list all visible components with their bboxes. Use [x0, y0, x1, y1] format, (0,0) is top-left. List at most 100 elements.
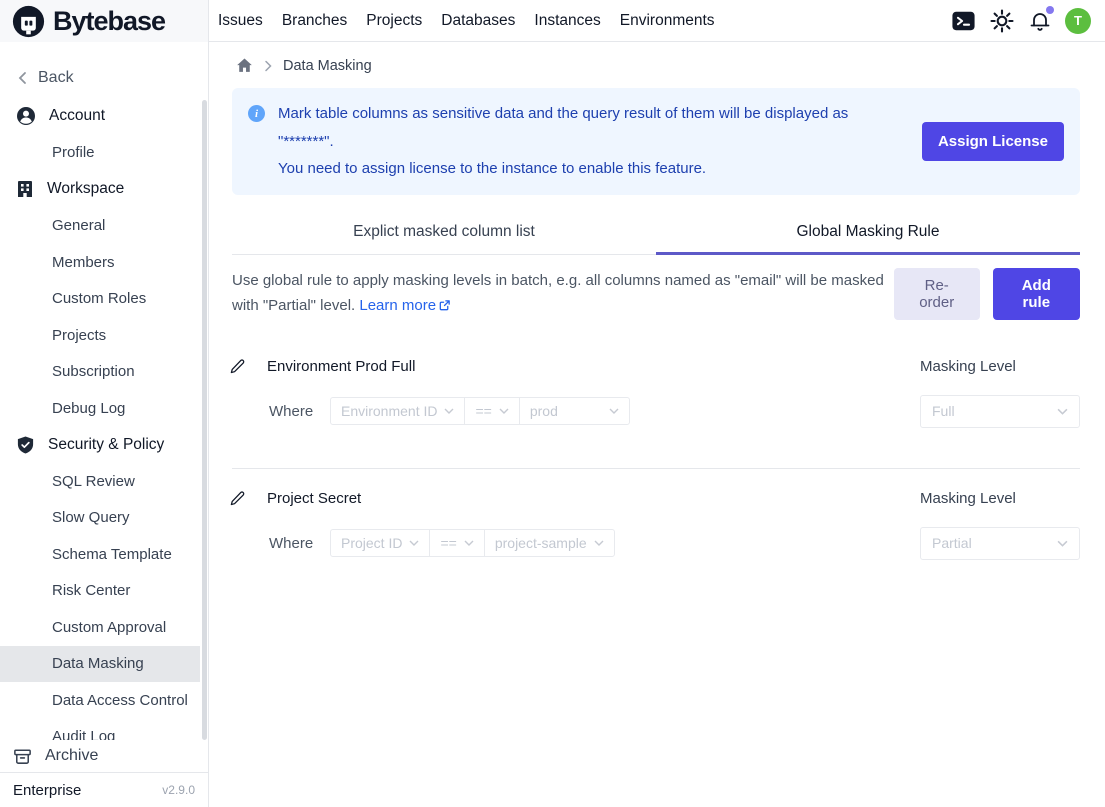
sidebar-item-archive[interactable]: Archive [0, 740, 208, 772]
user-avatar[interactable]: T [1065, 8, 1091, 34]
masking-rule-project-secret: Project Secret Masking Level Where Proje… [232, 490, 1080, 560]
user-icon [16, 106, 36, 126]
sidebar-item-general[interactable]: General [0, 208, 208, 245]
breadcrumb: Data Masking [232, 42, 1080, 88]
operator-value: == [475, 403, 491, 419]
breadcrumb-chevron-icon [264, 60, 272, 72]
breadcrumb-current-page: Data Masking [283, 58, 372, 74]
edit-rule-pencil-icon[interactable] [229, 358, 246, 375]
sidebar-item-custom-approval[interactable]: Custom Approval [0, 609, 208, 646]
version-label: v2.9.0 [162, 783, 195, 797]
learn-more-label: Learn more [359, 293, 436, 318]
condition-value-select[interactable]: prod [519, 397, 630, 425]
nav-instances[interactable]: Instances [534, 12, 600, 30]
home-icon[interactable] [236, 57, 253, 74]
sidebar-footer: Enterprise v2.9.0 [0, 772, 208, 807]
where-label: Where [269, 535, 317, 552]
rule-description-row: Use global rule to apply masking levels … [232, 268, 1080, 320]
field-value: Project ID [341, 535, 402, 551]
sidebar-nav: Back Account Profile Workspace General M… [0, 42, 208, 740]
external-link-icon [438, 299, 451, 312]
notifications-bell-icon[interactable] [1028, 9, 1052, 33]
condition-value-select[interactable]: project-sample [484, 529, 615, 557]
sidebar-scrollbar[interactable] [202, 100, 207, 740]
section-title: Security & Policy [48, 436, 164, 454]
masking-level-label: Masking Level [920, 358, 1080, 375]
sidebar-item-profile[interactable]: Profile [0, 135, 208, 172]
condition-value: project-sample [495, 535, 587, 551]
sidebar-item-projects[interactable]: Projects [0, 317, 208, 354]
chevron-left-icon [17, 71, 28, 85]
sidebar-item-debug-log[interactable]: Debug Log [0, 390, 208, 427]
sidebar: Bytebase Back Account Profile Workspace … [0, 0, 209, 807]
banner-text: Mark table columns as sensitive data and… [278, 100, 906, 183]
nav-branches[interactable]: Branches [282, 12, 347, 30]
plan-label: Enterprise [13, 782, 81, 799]
sidebar-item-sql-review[interactable]: SQL Review [0, 463, 208, 500]
shield-check-icon [16, 435, 35, 455]
notification-dot [1046, 6, 1054, 14]
top-header: Issues Branches Projects Databases Insta… [209, 0, 1105, 42]
rule-divider [232, 468, 1080, 469]
bytebase-logo[interactable]: Bytebase [0, 0, 208, 42]
section-title: Workspace [47, 180, 124, 198]
header-icons: T [951, 8, 1091, 34]
nav-databases[interactable]: Databases [441, 12, 515, 30]
edit-rule-pencil-icon[interactable] [229, 490, 246, 507]
back-label: Back [38, 69, 74, 87]
operator-value: == [440, 535, 456, 551]
reorder-button[interactable]: Re-order [894, 268, 980, 320]
banner-line-2: You need to assign license to the instan… [278, 155, 906, 183]
condition-group: Environment ID == prod [330, 397, 630, 425]
assign-license-button[interactable]: Assign License [922, 122, 1064, 161]
archive-icon [12, 746, 33, 767]
tab-global-masking-rule[interactable]: Global Masking Rule [656, 210, 1080, 254]
sidebar-section-workspace[interactable]: Workspace [0, 171, 208, 208]
settings-gear-icon[interactable] [989, 8, 1015, 34]
top-nav: Issues Branches Projects Databases Insta… [218, 12, 715, 30]
condition-field-select[interactable]: Environment ID [330, 397, 465, 425]
learn-more-link[interactable]: Learn more [359, 293, 451, 318]
archive-label: Archive [45, 747, 98, 765]
rule-title: Environment Prod Full [267, 358, 415, 375]
page-content: Data Masking i Mark table columns as sen… [209, 42, 1105, 807]
building-icon [16, 179, 34, 199]
masking-level-label: Masking Level [920, 490, 1080, 507]
masking-level-select[interactable]: Full [920, 395, 1080, 428]
sidebar-item-schema-template[interactable]: Schema Template [0, 536, 208, 573]
masking-level-value: Full [932, 403, 955, 419]
field-value: Environment ID [341, 403, 437, 419]
sidebar-item-risk-center[interactable]: Risk Center [0, 573, 208, 610]
masking-tabs: Explict masked column list Global Maskin… [232, 210, 1080, 255]
sidebar-item-subscription[interactable]: Subscription [0, 354, 208, 391]
rule-title: Project Secret [267, 490, 361, 507]
sidebar-item-slow-query[interactable]: Slow Query [0, 500, 208, 537]
nav-projects[interactable]: Projects [366, 12, 422, 30]
masking-rule-environment-prod-full: Environment Prod Full Masking Level Wher… [232, 358, 1080, 428]
info-icon: i [248, 105, 265, 122]
license-info-banner: i Mark table columns as sensitive data a… [232, 88, 1080, 195]
section-title: Account [49, 107, 105, 125]
rule-description: Use global rule to apply masking levels … [232, 268, 894, 318]
condition-operator-select[interactable]: == [464, 397, 519, 425]
sidebar-section-security-policy[interactable]: Security & Policy [0, 427, 208, 464]
sidebar-item-members[interactable]: Members [0, 244, 208, 281]
logo-wordmark: Bytebase [53, 6, 165, 37]
sidebar-item-data-masking[interactable]: Data Masking [0, 646, 200, 683]
sidebar-item-audit-log[interactable]: Audit Log [0, 719, 208, 741]
rule-description-text: Use global rule to apply masking levels … [232, 272, 884, 314]
masking-level-select[interactable]: Partial [920, 527, 1080, 560]
sidebar-section-account[interactable]: Account [0, 98, 208, 135]
sql-editor-icon[interactable] [951, 9, 976, 33]
main-column: Issues Branches Projects Databases Insta… [209, 0, 1105, 807]
sidebar-item-custom-roles[interactable]: Custom Roles [0, 281, 208, 318]
condition-field-select[interactable]: Project ID [330, 529, 430, 557]
nav-environments[interactable]: Environments [620, 12, 715, 30]
sidebar-item-data-access-control[interactable]: Data Access Control [0, 682, 208, 719]
condition-group: Project ID == project-sample [330, 529, 615, 557]
tab-explict-masked-column-list[interactable]: Explict masked column list [232, 210, 656, 254]
condition-operator-select[interactable]: == [429, 529, 484, 557]
nav-issues[interactable]: Issues [218, 12, 263, 30]
back-button[interactable]: Back [0, 58, 208, 98]
add-rule-button[interactable]: Add rule [993, 268, 1080, 320]
